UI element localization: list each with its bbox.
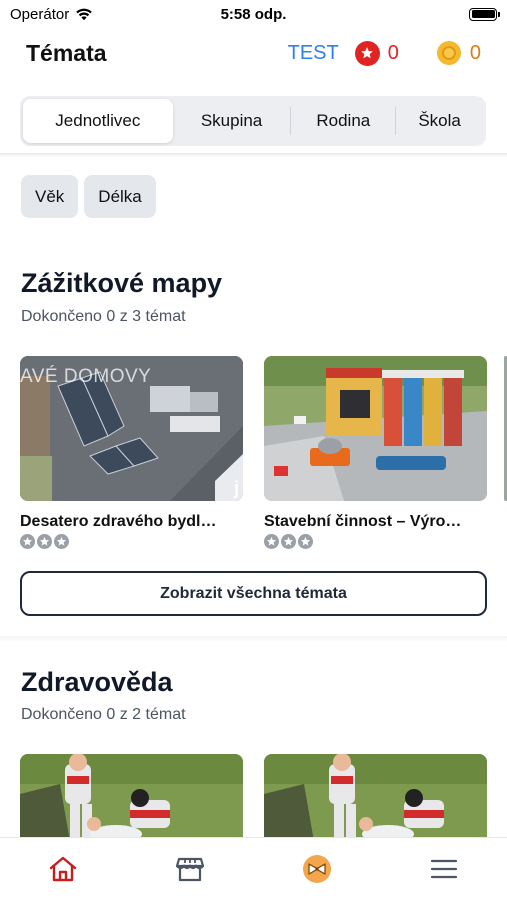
topic-card-title: Desatero zdravého bydl… xyxy=(20,513,217,530)
topic-card-title: Stavební činnost – Výro… xyxy=(264,513,462,530)
segment-rodina[interactable]: Rodina xyxy=(291,99,395,143)
rating-star-icon xyxy=(20,534,35,549)
section-divider xyxy=(0,636,507,642)
star-badge-icon xyxy=(354,40,380,66)
segment-skola[interactable]: Škola xyxy=(396,99,483,143)
segment-jednotlivec[interactable]: Jednotlivec xyxy=(23,99,173,143)
tab-shop[interactable] xyxy=(127,838,254,900)
tab-menu[interactable] xyxy=(380,838,507,900)
rating-star-icon xyxy=(281,534,296,549)
filter-age-chip[interactable]: Věk xyxy=(21,175,79,218)
topic-card-image xyxy=(264,356,487,501)
wifi-icon xyxy=(76,8,93,21)
tab-tickets[interactable] xyxy=(254,838,381,900)
test-button[interactable]: TEST xyxy=(288,42,339,65)
battery-icon xyxy=(469,7,500,21)
home-icon xyxy=(50,856,77,882)
rating-star-icon xyxy=(264,534,279,549)
section-progress: Dokončeno 0 z 3 témat xyxy=(21,308,186,325)
topic-rating xyxy=(264,534,487,549)
rating-star-icon xyxy=(37,534,52,549)
ticket-icon xyxy=(302,855,331,883)
topic-rating xyxy=(20,534,243,549)
section-title: Zdravověda xyxy=(21,667,173,697)
rating-star-icon xyxy=(298,534,313,549)
shop-icon xyxy=(176,857,205,882)
section-title: Zážitkové mapy xyxy=(21,268,223,298)
header-actions: TEST 0 0 xyxy=(288,40,481,66)
coins-counter[interactable]: 0 xyxy=(436,41,481,65)
menu-icon xyxy=(430,859,457,879)
image-overlay-text: AVÉ DOMOVY xyxy=(20,366,152,387)
stars-count: 0 xyxy=(387,41,399,64)
coins-count: 0 xyxy=(469,41,481,64)
rating-star-icon xyxy=(54,534,69,549)
filter-chips: Věk Délka xyxy=(21,175,156,218)
stars-counter[interactable]: 0 xyxy=(354,40,437,66)
status-bar: Operátor 5:58 odp. xyxy=(0,0,507,28)
tab-home[interactable] xyxy=(0,838,127,900)
header-divider xyxy=(0,153,507,157)
audience-segmented-control: Jednotlivec Skupina Rodina Škola xyxy=(20,96,486,146)
status-left: Operátor xyxy=(10,6,469,23)
filter-length-chip[interactable]: Délka xyxy=(84,175,156,218)
page-title: Témata xyxy=(26,39,107,66)
coin-icon xyxy=(436,41,461,65)
carrier-label: Operátor xyxy=(10,5,70,23)
app-header: Témata TEST 0 0 xyxy=(0,30,507,76)
image-corner-text: j xyxy=(233,478,239,498)
topic-card[interactable]: AVÉ DOMOVY j Desatero zdravého bydl… xyxy=(20,356,243,549)
show-all-topics-button[interactable]: Zobrazit všechna témata xyxy=(20,571,487,616)
section-progress: Dokončeno 0 z 2 témat xyxy=(21,706,186,723)
topic-card[interactable]: Stavební činnost – Výro… xyxy=(264,356,487,549)
topic-card-image: AVÉ DOMOVY j xyxy=(20,356,243,501)
segment-skupina[interactable]: Skupina xyxy=(173,99,291,143)
bottom-tab-bar xyxy=(0,837,507,900)
